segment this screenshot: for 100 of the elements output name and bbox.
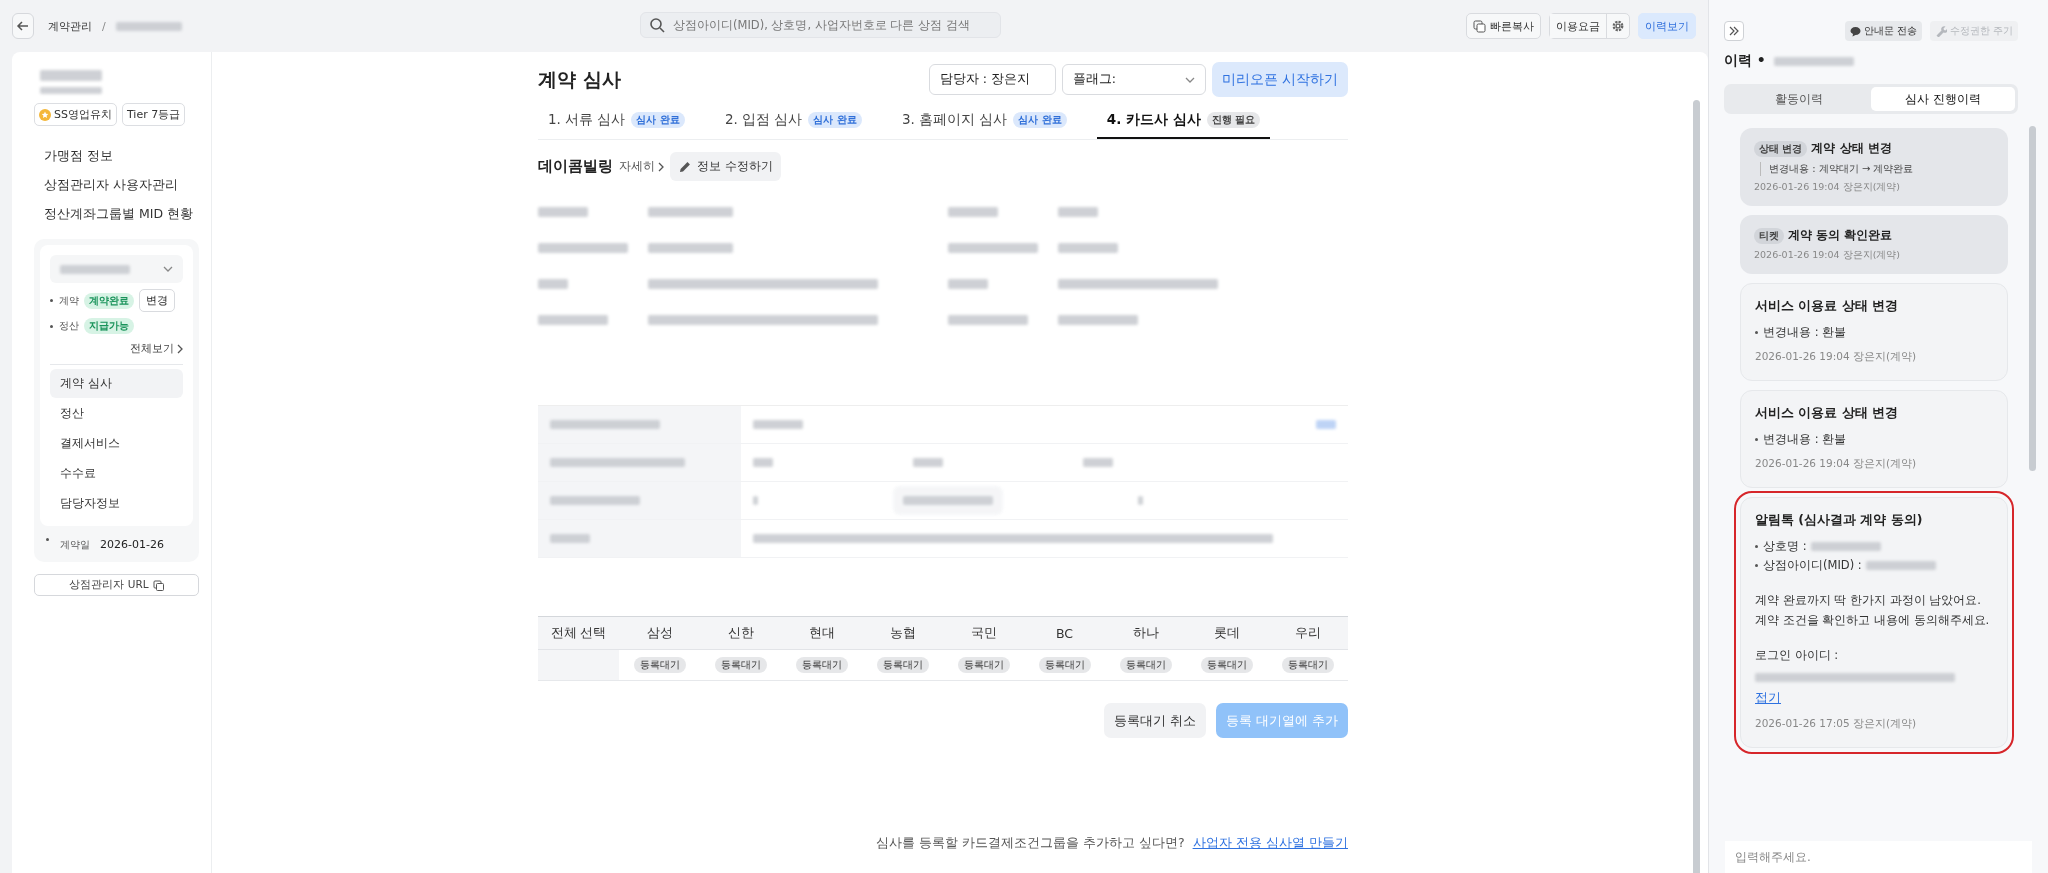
expand-button[interactable] [1724, 21, 1744, 41]
entry-meta: 2026-01-26 19:04 장은지(계약) [1754, 249, 1902, 262]
column-header: 국민 [969, 623, 998, 642]
menu-item[interactable]: 계약 심사 [50, 369, 183, 398]
bullet-icon [50, 324, 53, 328]
menu-item[interactable]: 정산 [50, 399, 183, 428]
scrollbar[interactable] [2029, 126, 2036, 471]
collapse-link[interactable]: 접기 [1755, 690, 1993, 708]
column-header: 삼성 [645, 623, 674, 642]
status-badge: 등록대기 [633, 657, 686, 673]
entry-title: 알림톡 (심사결과 계약 동의) [1755, 512, 1924, 529]
column-header: BC [1054, 624, 1075, 643]
bullet-icon [46, 538, 49, 541]
breadcrumb-link[interactable]: 계약관리 [48, 18, 92, 34]
entry-meta: 2026-01-26 19:04 장은지(계약) [1755, 457, 1918, 471]
select-all-header[interactable]: 전체 선택 [538, 617, 619, 649]
menu-item[interactable]: 수수료 [50, 459, 183, 488]
history-tab[interactable]: 심사 진행이력 [1871, 87, 2015, 111]
footer-text: 심사를 등록할 카드결제조건그룹을 추가하고 싶다면? [876, 835, 1185, 852]
redacted-text [913, 458, 943, 467]
admin-url-button[interactable]: 상점관리자 URL [34, 574, 199, 596]
start-preview-button[interactable]: 미리오픈 시작하기 [1211, 62, 1348, 97]
step-tab[interactable]: 3. 홈페이지 심사 심사 완료 [891, 105, 1077, 139]
assignee-field[interactable]: 담당자 : 장은지 [928, 64, 1056, 95]
status-badge: 등록대기 [957, 657, 1010, 673]
panel-title: 이력 • [1724, 52, 1766, 70]
bullet-text: 변경내용 : 환불 [1763, 432, 1847, 447]
redacted-text [538, 279, 568, 289]
login-label: 로그인 아이디 : [1755, 648, 1840, 664]
menu-item[interactable]: 담당자정보 [50, 489, 183, 518]
send-notice-button[interactable]: 안내문 전송 [1844, 21, 1922, 41]
chevron-down-icon [1184, 76, 1195, 83]
redacted-text [40, 70, 102, 81]
bullet-icon [1755, 331, 1758, 334]
company-name: 데이콤빌링 [538, 157, 613, 176]
status-badge: 등록대기 [1281, 657, 1334, 673]
history-button[interactable]: 이력보기 [1638, 13, 1696, 39]
redacted-text [753, 496, 758, 505]
status-badge: 등록대기 [1200, 657, 1253, 673]
redacted-text [40, 87, 102, 94]
copy-icon [152, 579, 164, 591]
chevron-down-icon [163, 266, 173, 272]
column-header: 우리 [1293, 623, 1322, 642]
step-status-badge: 심사 완료 [808, 112, 862, 128]
usage-fee-button[interactable]: 이용요금 [1550, 14, 1607, 38]
view-all-link[interactable]: 전체보기 [50, 342, 183, 356]
message-text: 계약 완료까지 딱 한가지 과정이 남았어요. 계약 조건을 확인하고 내용에 동의해주세요. [1755, 592, 1991, 629]
status-label: 계약 [59, 293, 79, 308]
redacted-text [550, 534, 590, 543]
page-title: 계약 심사 [538, 66, 621, 92]
grade-badge: SS영업유치 [34, 103, 117, 126]
chat-icon [1849, 25, 1861, 37]
entry-title: 서비스 이용료 상태 변경 [1755, 298, 1900, 315]
flag-dropdown[interactable]: 플래그: [1061, 64, 1206, 95]
pencil-icon [678, 159, 692, 174]
entry-meta: 2026-01-26 19:04 장은지(계약) [1754, 181, 1902, 194]
sidebar-link[interactable]: 가맹점 정보 [24, 142, 199, 171]
quick-copy-button[interactable]: 빠른복사 [1466, 13, 1541, 39]
comment-input[interactable]: 입력해주세요. [1725, 841, 2032, 873]
step-tab[interactable]: 2. 입점 심사 심사 완료 [714, 105, 872, 139]
scrollbar[interactable] [1693, 100, 1700, 873]
status-badge: 등록대기 [795, 657, 848, 673]
detail-link[interactable]: 자세히 [619, 159, 664, 174]
bullet-icon [50, 299, 53, 302]
history-tab[interactable]: 활동이력 [1727, 87, 1871, 111]
status-badge: 등록대기 [1038, 657, 1091, 673]
wrench-icon [1934, 25, 1947, 37]
step-tab[interactable]: 4. 카드사 심사 진행 필요 [1096, 105, 1271, 139]
change-detail: 변경내용 : 계약대기 → 계약완료 [1760, 162, 1994, 176]
redacted-text [948, 207, 998, 217]
change-button[interactable]: 변경 [139, 289, 175, 312]
bullet-text: 상점아이디(MID) : [1763, 558, 1862, 573]
chevron-right-icon [177, 344, 183, 354]
sidebar-link[interactable]: 정산계좌그룹별 MID 현황 [24, 200, 199, 229]
step-status-badge: 진행 필요 [1206, 112, 1261, 128]
status-badge: 계약완료 [84, 292, 134, 309]
redacted-text [1810, 542, 1881, 551]
back-button[interactable] [12, 13, 34, 39]
step-tab[interactable]: 1. 서류 심사 심사 완료 [538, 105, 695, 139]
bullet-text: 변경내용 : 환불 [1763, 325, 1847, 340]
chevron-right-icon [658, 161, 664, 172]
entry-tag: 티켓 [1754, 227, 1784, 244]
create-review-link[interactable]: 사업자 전용 심사열 만들기 [1192, 834, 1348, 852]
grade-badge: Tier 7등급 [121, 103, 186, 126]
cancel-pending-button[interactable]: 등록대기 취소 [1103, 703, 1206, 738]
status-badge: 등록대기 [876, 657, 929, 673]
redacted-text [60, 264, 130, 274]
step-status-badge: 심사 완료 [1013, 112, 1067, 128]
entry-title: 계약 동의 확인완료 [1788, 227, 1893, 244]
sidebar-link[interactable]: 상점관리자 사용자관리 [24, 171, 199, 200]
menu-item[interactable]: 결제서비스 [50, 429, 183, 458]
redacted-text [1316, 420, 1336, 429]
entry-title: 서비스 이용료 상태 변경 [1755, 405, 1900, 422]
search-field[interactable]: 상점아이디(MID), 상호명, 사업자번호로 다른 상점 검색 [640, 12, 1001, 38]
edit-info-button[interactable]: 정보 수정하기 [670, 152, 781, 181]
double-chevron-icon [1729, 26, 1739, 36]
back-arrow-icon [16, 19, 30, 33]
column-header: 신한 [726, 623, 755, 642]
entry-tag: 상태 변경 [1754, 140, 1808, 157]
status-badge: 등록대기 [1119, 657, 1172, 673]
